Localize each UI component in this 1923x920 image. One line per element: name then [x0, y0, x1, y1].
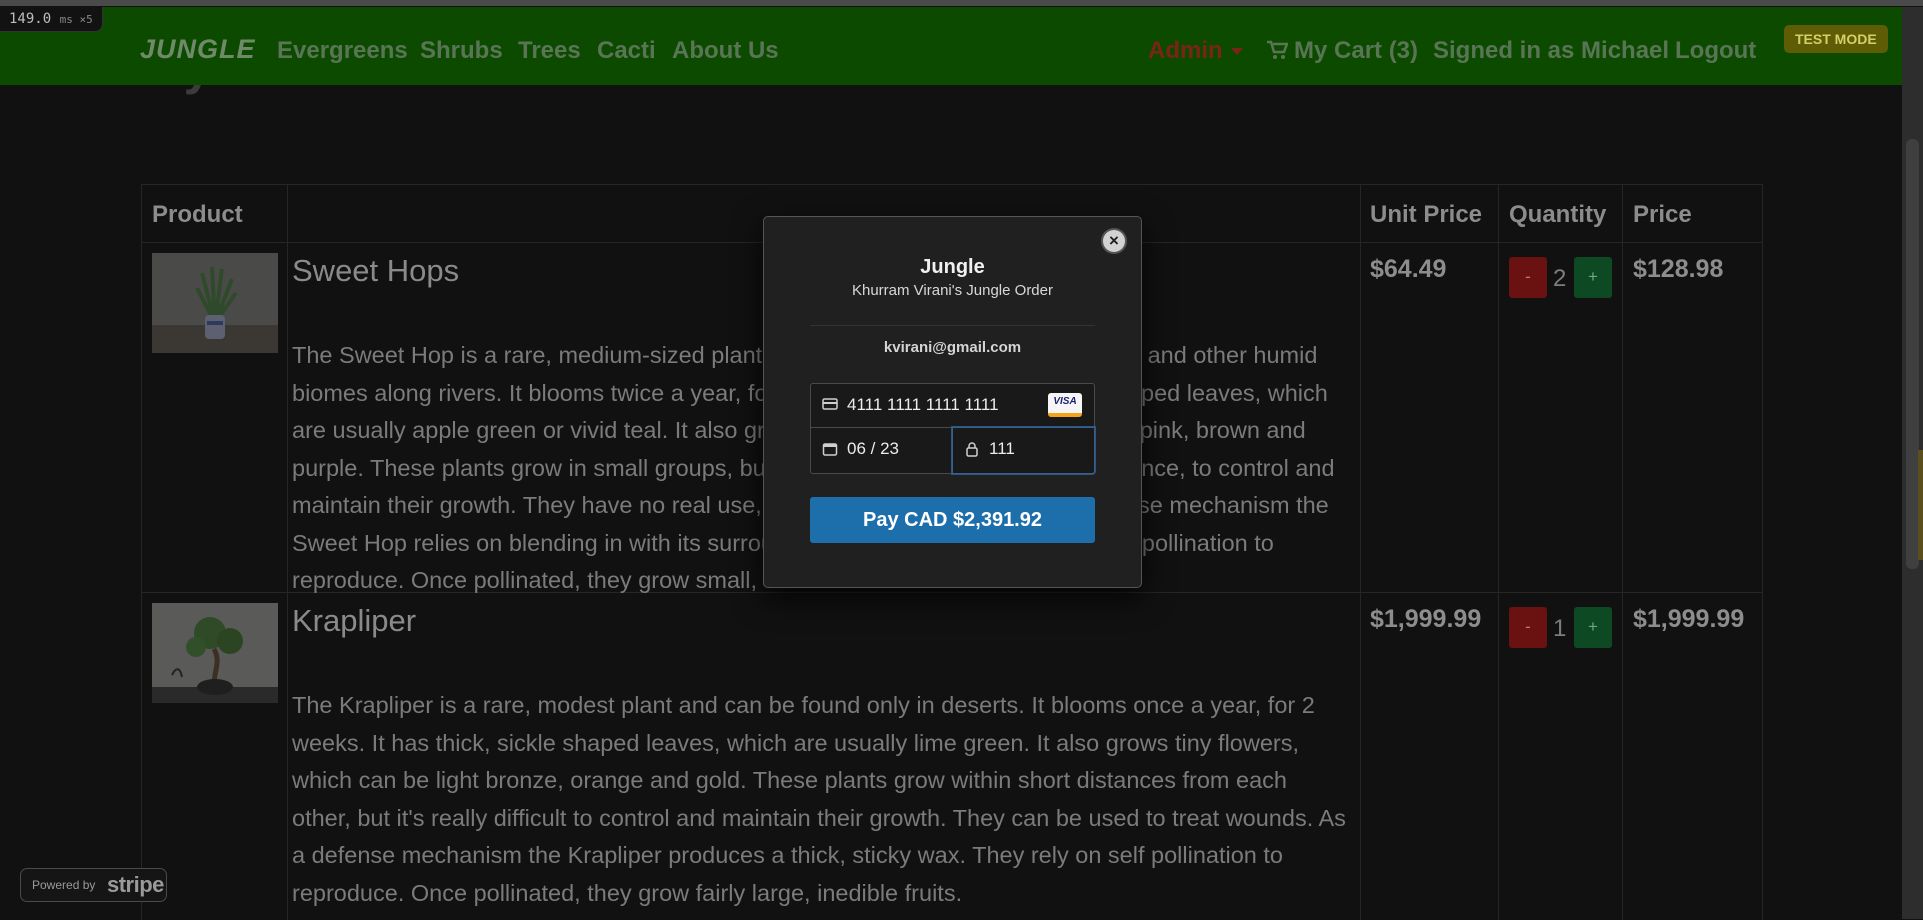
product-name[interactable]: Krapliper: [292, 603, 416, 639]
checkout-subtitle: Khurram Virani's Jungle Order: [851, 282, 1053, 299]
line-total: $1,999.99: [1633, 605, 1745, 633]
column-divider: [1498, 185, 1499, 920]
nav-link-shrubs[interactable]: Shrubs: [420, 37, 503, 65]
cart-icon: [1267, 40, 1288, 59]
nav-link-evergreens[interactable]: Evergreens: [277, 37, 408, 65]
visa-icon: VISA: [1048, 393, 1082, 417]
decrease-quantity-button[interactable]: -: [1509, 257, 1547, 298]
header-product: Product: [152, 201, 243, 228]
window-edge-strip: [1918, 450, 1923, 560]
calendar-icon: [822, 443, 838, 456]
checkout-title: Jungle: [920, 256, 985, 278]
unit-price: $1,999.99: [1370, 605, 1482, 633]
checkout-email[interactable]: kvirani@gmail.com: [764, 339, 1141, 356]
navbar: JUNGLE Evergreens Shrubs Trees Cacti Abo…: [0, 7, 1902, 85]
powered-by-stripe-badge[interactable]: Powered by stripe: [20, 868, 167, 902]
card-number-input[interactable]: 4111 1111 1111 1111: [847, 395, 999, 415]
admin-label: Admin: [1148, 37, 1223, 64]
brand-logo[interactable]: JUNGLE: [140, 34, 256, 65]
quantity-value: 2: [1553, 265, 1567, 292]
stripe-logo: stripe: [107, 872, 164, 897]
credit-card-icon: [822, 398, 838, 410]
test-mode-badge: TEST MODE: [1784, 25, 1888, 53]
column-divider: [1360, 185, 1361, 920]
plant-pot-image: [152, 253, 278, 353]
close-icon[interactable]: ×: [1103, 230, 1125, 252]
expiry-field[interactable]: 06 / 23: [810, 427, 953, 474]
powered-by-label: Powered by: [32, 878, 96, 892]
increase-quantity-button[interactable]: +: [1574, 257, 1612, 298]
browser-top-edge: [0, 0, 1923, 6]
product-description: The Krapliper is a rare, modest plant an…: [292, 692, 1346, 906]
header-quantity: Quantity: [1509, 201, 1607, 228]
perf-overlay: 149.0 ms ×5: [0, 7, 103, 32]
increase-quantity-button[interactable]: +: [1574, 607, 1612, 648]
card-number-field[interactable]: 4111 1111 1111 1111 VISA: [810, 383, 1095, 428]
product-image-krapliper: [152, 603, 278, 703]
column-divider: [287, 185, 288, 920]
pay-button[interactable]: Pay CAD $2,391.92: [810, 497, 1095, 543]
header-unit-price: Unit Price: [1370, 201, 1483, 228]
admin-dropdown[interactable]: Admin: [1148, 37, 1243, 65]
lock-icon: [966, 442, 978, 457]
my-cart-label: My Cart (3): [1294, 37, 1419, 64]
header-price: Price: [1633, 201, 1692, 228]
logout-link[interactable]: Logout: [1675, 37, 1756, 65]
decrease-quantity-button[interactable]: -: [1509, 607, 1547, 648]
product-image-sweet-hops: [152, 253, 278, 353]
nav-link-about-us[interactable]: About Us: [672, 37, 779, 65]
my-cart-link[interactable]: My Cart (3): [1266, 37, 1418, 65]
signed-in-label: Signed in as Michael: [1433, 37, 1670, 64]
perf-ms: 149.0: [9, 11, 52, 27]
divider: [810, 325, 1095, 326]
cvc-field[interactable]: 111: [952, 427, 1095, 474]
caret-down-icon: [1230, 48, 1243, 56]
product-name[interactable]: Sweet Hops: [292, 253, 459, 289]
column-divider: [1622, 185, 1623, 920]
line-total: $128.98: [1633, 255, 1724, 283]
bonsai-image: [152, 603, 278, 703]
nav-link-cacti[interactable]: Cacti: [597, 37, 656, 65]
unit-price: $64.49: [1370, 255, 1447, 283]
checkout-modal: × Jungle Khurram Virani's Jungle Order k…: [763, 216, 1142, 588]
perf-unit: ms ×5: [59, 13, 93, 26]
quantity-value: 1: [1553, 615, 1567, 642]
nav-link-trees[interactable]: Trees: [518, 37, 581, 65]
expiry-input[interactable]: 06 / 23: [847, 439, 899, 459]
cvc-input[interactable]: 111: [989, 439, 1015, 459]
